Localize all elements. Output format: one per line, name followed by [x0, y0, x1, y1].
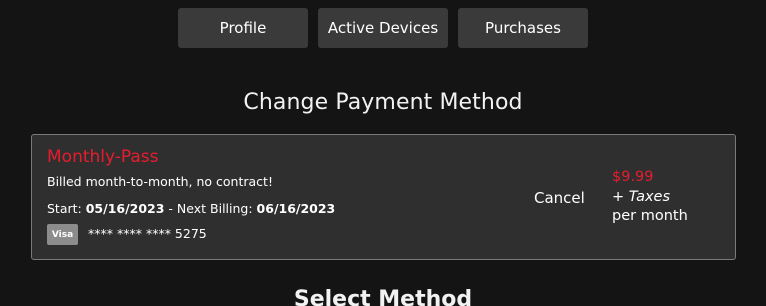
cancel-button[interactable]: Cancel [534, 189, 585, 207]
page-title: Change Payment Method [243, 90, 523, 115]
billing-period: per month [612, 208, 688, 224]
start-date: 05/16/2023 [85, 201, 165, 216]
tab-active-devices[interactable]: Active Devices [318, 8, 448, 48]
next-billing-label: Next Billing: [176, 201, 253, 216]
tab-profile[interactable]: Profile [178, 8, 308, 48]
date-separator: - [164, 201, 177, 216]
select-method-heading: Select Method [293, 287, 473, 306]
plan-price: $9.99 [612, 169, 654, 185]
subscription-card: Monthly-Pass Billed month-to-month, no c… [31, 134, 736, 260]
taxes-label: + Taxes [612, 189, 671, 205]
billing-dates: Start: 05/16/2023 - Next Billing: 06/16/… [47, 201, 335, 216]
start-label: Start: [47, 201, 82, 216]
visa-card-icon: Visa [47, 224, 78, 245]
account-tabs: Profile Active Devices Purchases [178, 8, 588, 48]
tab-purchases[interactable]: Purchases [458, 8, 588, 48]
masked-card-number: **** **** **** 5275 [88, 226, 207, 241]
billing-note: Billed month-to-month, no contract! [47, 174, 273, 189]
next-billing-date: 06/16/2023 [256, 201, 336, 216]
plan-name: Monthly-Pass [47, 147, 159, 167]
